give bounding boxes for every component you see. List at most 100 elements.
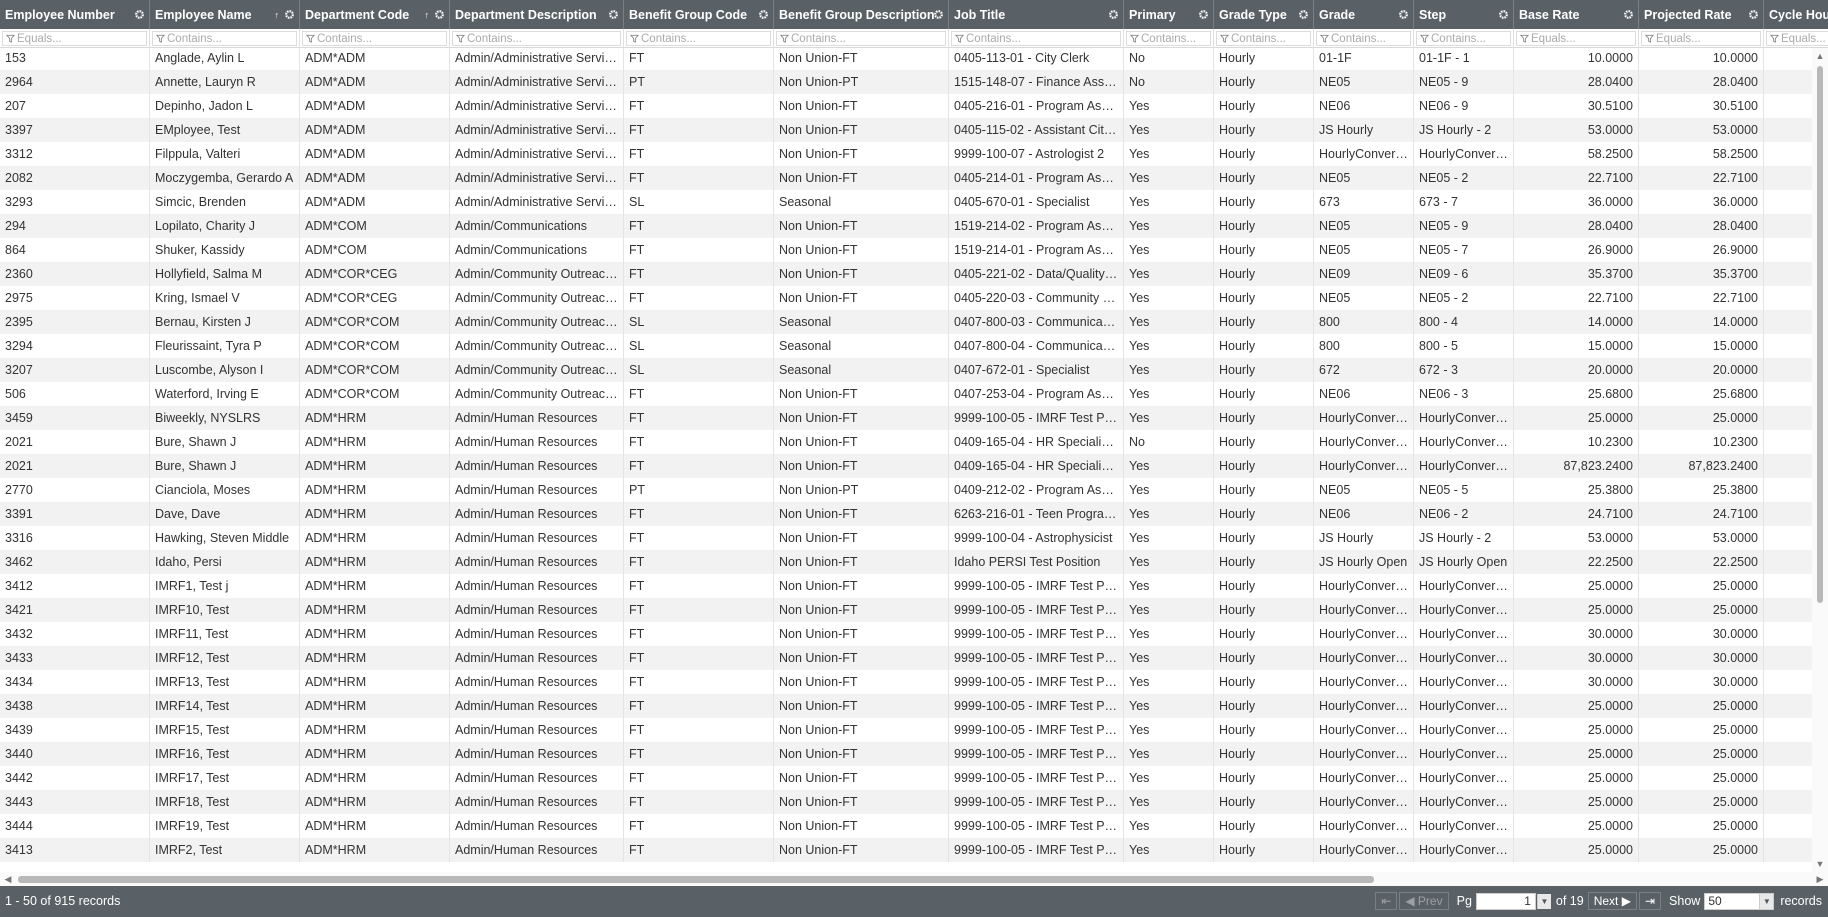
filter-icon[interactable] [1517, 32, 1531, 45]
column-header-job_title[interactable]: Job Title [949, 0, 1124, 29]
table-row[interactable]: 3442 IMRF17, Test ADM*HRM Admin/Human Resou… [0, 766, 1812, 790]
table-row[interactable]: 2975 Kring, Ismael V ADM*COR*CEG Admin/Comm… [0, 286, 1812, 310]
column-header-cycle_hours[interactable]: Cycle Hours [1764, 0, 1828, 29]
prev-page-button[interactable]: ◀ Prev [1399, 892, 1449, 910]
filter-input[interactable]: Equals... [1641, 31, 1761, 46]
table-row[interactable]: 3294 Fleurissaint, Tyra P ADM*COR*COM Admin… [0, 334, 1812, 358]
table-row[interactable]: 2360 Hollyfield, Salma M ADM*COR*CEG Admin/… [0, 262, 1812, 286]
last-page-button[interactable]: ⇥ [1638, 892, 1662, 910]
column-header-emp_name[interactable]: Employee Name ↑ [150, 0, 300, 29]
table-row[interactable]: 2395 Bernau, Kirsten J ADM*COR*COM Admin/Co… [0, 310, 1812, 334]
filter-icon[interactable] [1127, 32, 1141, 45]
table-row[interactable]: 3459 Biweekly, NYSLRS ADM*HRM Admin/Human R… [0, 406, 1812, 430]
table-row[interactable]: 3391 Dave, Dave ADM*HRM Admin/Human Resourc… [0, 502, 1812, 526]
table-row[interactable]: 3397 EMployee, Test ADM*ADM Admin/Administr… [0, 118, 1812, 142]
gear-icon[interactable] [758, 9, 769, 20]
table-row[interactable]: 3207 Luscombe, Alyson I ADM*COR*COM Admin/C… [0, 358, 1812, 382]
scroll-down-icon[interactable]: ▼ [1815, 859, 1825, 869]
gear-icon[interactable] [933, 9, 944, 20]
table-row[interactable]: 3440 IMRF16, Test ADM*HRM Admin/Human Resou… [0, 742, 1812, 766]
filter-icon[interactable] [1767, 32, 1781, 45]
gear-icon[interactable] [284, 9, 295, 20]
gear-icon[interactable] [1623, 9, 1634, 20]
filter-icon[interactable] [777, 32, 791, 45]
gear-icon[interactable] [1498, 9, 1509, 20]
vertical-scroll-thumb[interactable] [1817, 66, 1823, 603]
table-row[interactable]: 506 Waterford, Irving E ADM*COR*COM Admin/C… [0, 382, 1812, 406]
scroll-up-icon[interactable]: ▲ [1815, 51, 1825, 61]
chevron-down-icon[interactable]: ▼ [1536, 893, 1551, 909]
filter-input[interactable]: Contains... [452, 31, 621, 46]
column-header-step[interactable]: Step [1414, 0, 1514, 29]
gear-icon[interactable] [1298, 9, 1309, 20]
table-row[interactable]: 2021 Bure, Shawn J ADM*HRM Admin/Human Reso… [0, 430, 1812, 454]
filter-input[interactable]: Contains... [776, 31, 946, 46]
page-number-input[interactable]: 1 ▼ [1475, 892, 1551, 910]
table-row[interactable]: 3438 IMRF14, Test ADM*HRM Admin/Human Resou… [0, 694, 1812, 718]
table-row[interactable]: 3434 IMRF13, Test ADM*HRM Admin/Human Resou… [0, 670, 1812, 694]
table-row[interactable]: 207 Depinho, Jadon L ADM*ADM Admin/Administ… [0, 94, 1812, 118]
gear-icon[interactable] [434, 9, 445, 20]
table-row[interactable]: 3421 IMRF10, Test ADM*HRM Admin/Human Resou… [0, 598, 1812, 622]
column-header-grade[interactable]: Grade [1314, 0, 1414, 29]
gear-icon[interactable] [134, 9, 145, 20]
filter-icon[interactable] [3, 32, 17, 45]
table-row[interactable]: 2082 Moczygemba, Gerardo A ADM*ADM Admin/Ad… [0, 166, 1812, 190]
column-header-dept_desc[interactable]: Department Description [450, 0, 624, 29]
table-row[interactable]: 3316 Hawking, Steven Middle ADM*HRM Admin/H… [0, 526, 1812, 550]
horizontal-scrollbar[interactable]: ◀ ▶ [0, 872, 1828, 886]
column-header-dept_code[interactable]: Department Code ↑ [300, 0, 450, 29]
gear-icon[interactable] [1108, 9, 1119, 20]
table-row[interactable]: 2021 Bure, Shawn J ADM*HRM Admin/Human Reso… [0, 454, 1812, 478]
column-header-emp_no[interactable]: Employee Number [0, 0, 150, 29]
table-row[interactable]: 3439 IMRF15, Test ADM*HRM Admin/Human Resou… [0, 718, 1812, 742]
table-row[interactable]: 3293 Simcic, Brenden ADM*ADM Admin/Administ… [0, 190, 1812, 214]
table-row[interactable]: 3444 IMRF19, Test ADM*HRM Admin/Human Resou… [0, 814, 1812, 838]
filter-input[interactable]: Contains... [1316, 31, 1411, 46]
column-header-primary[interactable]: Primary [1124, 0, 1214, 29]
scroll-right-icon[interactable]: ▶ [1815, 874, 1825, 884]
table-row[interactable]: 2770 Cianciola, Moses ADM*HRM Admin/Human R… [0, 478, 1812, 502]
table-row[interactable]: 3433 IMRF12, Test ADM*HRM Admin/Human Resou… [0, 646, 1812, 670]
filter-input[interactable]: Equals... [1766, 31, 1828, 46]
next-page-button[interactable]: Next ▶ [1587, 892, 1637, 910]
sort-ascending-icon[interactable]: ↑ [425, 10, 430, 20]
table-row[interactable]: 864 Shuker, Kassidy ADM*COM Admin/Communica… [0, 238, 1812, 262]
gear-icon[interactable] [1198, 9, 1209, 20]
table-row[interactable]: 3432 IMRF11, Test ADM*HRM Admin/Human Resou… [0, 622, 1812, 646]
column-header-proj_rate[interactable]: Projected Rate [1639, 0, 1764, 29]
table-row[interactable]: 3312 Filppula, Valteri ADM*ADM Admin/Admini… [0, 142, 1812, 166]
filter-icon[interactable] [453, 32, 467, 45]
filter-icon[interactable] [952, 32, 966, 45]
filter-input[interactable]: Contains... [1416, 31, 1511, 46]
column-header-bg_code[interactable]: Benefit Group Code [624, 0, 774, 29]
table-row[interactable]: 153 Anglade, Aylin L ADM*ADM Admin/Administ… [0, 48, 1812, 70]
gear-icon[interactable] [1398, 9, 1409, 20]
chevron-down-icon[interactable]: ▼ [1759, 893, 1774, 909]
filter-input[interactable]: Contains... [1216, 31, 1311, 46]
filter-input[interactable]: Contains... [626, 31, 771, 46]
filter-input[interactable]: Equals... [1516, 31, 1636, 46]
scroll-left-icon[interactable]: ◀ [3, 874, 13, 884]
filter-input[interactable]: Contains... [951, 31, 1121, 46]
filter-input[interactable]: Contains... [152, 31, 297, 46]
gear-icon[interactable] [608, 9, 619, 20]
column-header-base_rate[interactable]: Base Rate [1514, 0, 1639, 29]
sort-ascending-icon[interactable]: ↑ [275, 10, 280, 20]
filter-input[interactable]: Contains... [302, 31, 447, 46]
page-size-select[interactable]: 50 ▼ [1704, 892, 1775, 910]
filter-icon[interactable] [303, 32, 317, 45]
first-page-button[interactable]: ⇤ [1375, 892, 1398, 910]
filter-input[interactable]: Contains... [1126, 31, 1211, 46]
table-row[interactable]: 3443 IMRF18, Test ADM*HRM Admin/Human Resou… [0, 790, 1812, 814]
horizontal-scroll-thumb[interactable] [18, 876, 1374, 883]
filter-icon[interactable] [153, 32, 167, 45]
table-row[interactable]: 3462 Idaho, Persi ADM*HRM Admin/Human Resou… [0, 550, 1812, 574]
filter-icon[interactable] [1217, 32, 1231, 45]
table-row[interactable]: 2964 Annette, Lauryn R ADM*ADM Admin/Admini… [0, 70, 1812, 94]
column-header-bg_desc[interactable]: Benefit Group Description [774, 0, 949, 29]
filter-icon[interactable] [1417, 32, 1431, 45]
filter-icon[interactable] [1642, 32, 1656, 45]
vertical-scrollbar[interactable]: ▲ ▼ [1812, 48, 1828, 872]
filter-input[interactable]: Equals... [2, 31, 147, 46]
